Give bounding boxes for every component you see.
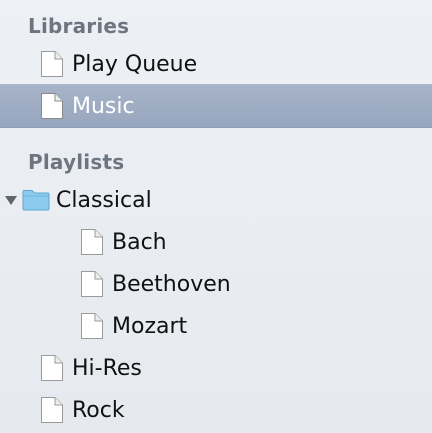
sidebar-item-label: Mozart [112,313,188,339]
document-icon [41,51,63,77]
sidebar-item-label: Beethoven [112,271,231,297]
document-icon [81,313,103,339]
document-icon [41,355,63,381]
sidebar-item-label: Music [72,93,135,119]
sidebar-item-label: Rock [72,397,125,423]
sidebar-item-mozart[interactable]: Mozart [0,306,432,346]
sidebar-item-bach[interactable]: Bach [0,222,432,262]
disclosure-triangle-icon[interactable] [4,193,18,207]
sidebar-item-label: Hi-Res [72,355,142,381]
source-list-sidebar: Libraries Play Queue Music Playlists Cla… [0,0,432,433]
sidebar-item-hi-res[interactable]: Hi-Res [0,348,432,388]
sidebar-item-music[interactable]: Music [0,84,432,128]
document-icon [41,93,63,119]
section-header-libraries: Libraries [28,14,130,38]
section-header-playlists: Playlists [28,150,125,174]
folder-icon [22,190,50,211]
document-icon [41,397,63,423]
sidebar-folder-classical[interactable]: Classical [0,180,432,220]
sidebar-item-beethoven[interactable]: Beethoven [0,264,432,304]
sidebar-item-label: Classical [56,187,152,213]
sidebar-item-play-queue[interactable]: Play Queue [0,44,432,84]
document-icon [81,271,103,297]
sidebar-item-label: Play Queue [72,51,198,77]
sidebar-item-label: Bach [112,229,167,255]
sidebar-item-rock[interactable]: Rock [0,390,432,430]
document-icon [81,229,103,255]
